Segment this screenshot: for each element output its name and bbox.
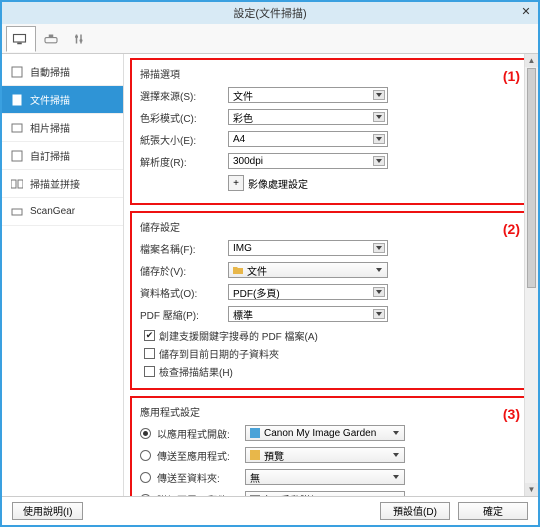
save-settings-section: (2) 儲存設定 檔案名稱(F): IMG 儲存於(V): 文件 資料格式(O)…	[130, 211, 532, 390]
sidebar-item-label: 掃描並拼接	[30, 176, 80, 191]
color-label: 色彩模式(C):	[140, 110, 228, 125]
mode-scan-to-pc[interactable]	[6, 26, 36, 52]
date-subfolder-checkbox[interactable]	[144, 348, 155, 359]
chevron-down-icon	[373, 156, 385, 166]
sidebar-item-scangear[interactable]: ScanGear	[2, 198, 123, 226]
window-title: 設定(文件掃描)	[233, 5, 306, 21]
mode-scan-from-panel[interactable]	[36, 26, 66, 52]
settings-window: 設定(文件掃描) ✕ 自動掃描 文件掃描 相片掃描	[0, 0, 540, 527]
pdf-searchable-checkbox[interactable]: ✔	[144, 330, 155, 341]
scan-options-section: (1) 掃描選項 選擇來源(S): 文件 色彩模式(C): 彩色 紙張大小(E)…	[130, 58, 532, 205]
scroll-thumb[interactable]	[527, 68, 536, 288]
sidebar-item-label: 相片掃描	[30, 120, 70, 135]
open-with-app-label: 以應用程式開啟:	[157, 426, 245, 441]
chevron-down-icon	[390, 428, 402, 438]
chevron-down-icon	[373, 243, 385, 253]
folder-icon	[233, 265, 243, 275]
mode-toolbar	[2, 24, 538, 54]
sidebar-item-label: 文件掃描	[30, 92, 70, 107]
expand-image-processing-button[interactable]: +	[228, 175, 244, 191]
app-icon	[250, 450, 260, 460]
send-to-folder-radio[interactable]	[140, 472, 151, 483]
scan-options-title: 掃描選項	[140, 66, 522, 81]
scrollbar[interactable]: ▲ ▼	[524, 54, 538, 496]
filename-label: 檔案名稱(F):	[140, 241, 228, 256]
send-to-app-label: 傳送至應用程式:	[157, 448, 245, 463]
scroll-up-icon[interactable]: ▲	[525, 54, 538, 67]
sidebar-item-stitch[interactable]: 掃描並拼接	[2, 170, 123, 198]
attach-email-radio[interactable]	[140, 494, 151, 497]
document-icon	[10, 93, 24, 107]
app-settings-section: (3) 應用程式設定 以應用程式開啟: Canon My Image Garde…	[130, 396, 532, 496]
compression-select[interactable]: 標準	[228, 306, 388, 322]
chevron-down-icon	[390, 494, 402, 496]
saveto-select[interactable]: 文件	[228, 262, 388, 278]
source-select[interactable]: 文件	[228, 87, 388, 103]
send-to-app-select[interactable]: 預覽	[245, 447, 405, 463]
scangear-icon	[10, 205, 24, 219]
resolution-label: 解析度(R):	[140, 154, 228, 169]
format-select[interactable]: PDF(多頁)	[228, 284, 388, 300]
sidebar-item-custom[interactable]: 自訂掃描	[2, 142, 123, 170]
section-number-1: (1)	[503, 68, 520, 84]
attach-email-select[interactable]: 無 (手動附加)	[245, 491, 405, 496]
footer: 使用說明(I) 預設值(D) 確定	[2, 496, 538, 524]
sidebar-item-document[interactable]: 文件掃描	[2, 86, 123, 114]
check-results-label: 檢查掃描結果(H)	[159, 364, 233, 379]
send-to-folder-select[interactable]: 無	[245, 469, 405, 485]
source-label: 選擇來源(S):	[140, 88, 228, 103]
main-panel: (1) 掃描選項 選擇來源(S): 文件 色彩模式(C): 彩色 紙張大小(E)…	[124, 54, 538, 496]
paper-label: 紙張大小(E):	[140, 132, 228, 147]
mode-preferences[interactable]	[66, 26, 96, 52]
section-number-2: (2)	[503, 221, 520, 237]
attach-email-label: 附加至電子郵件:	[157, 492, 245, 497]
app-icon	[250, 428, 260, 438]
stitch-icon	[10, 177, 24, 191]
close-icon[interactable]: ✕	[518, 5, 534, 19]
open-with-app-select[interactable]: Canon My Image Garden	[245, 425, 405, 441]
ok-button[interactable]: 確定	[458, 502, 528, 520]
chevron-down-icon	[373, 134, 385, 144]
sidebar-item-auto[interactable]: 自動掃描	[2, 58, 123, 86]
compression-label: PDF 壓縮(P):	[140, 307, 228, 322]
sidebar-item-label: ScanGear	[30, 206, 75, 217]
saveto-label: 儲存於(V):	[140, 263, 228, 278]
open-with-app-radio[interactable]	[140, 428, 151, 439]
scroll-down-icon[interactable]: ▼	[525, 483, 538, 496]
help-button[interactable]: 使用說明(I)	[12, 502, 83, 520]
chevron-down-icon	[390, 450, 402, 460]
sidebar-item-label: 自訂掃描	[30, 148, 70, 163]
sidebar-item-photo[interactable]: 相片掃描	[2, 114, 123, 142]
chevron-down-icon	[373, 265, 385, 275]
image-processing-label: 影像處理設定	[248, 176, 308, 191]
chevron-down-icon	[373, 112, 385, 122]
filename-input[interactable]: IMG	[228, 240, 388, 256]
auto-icon	[10, 65, 24, 79]
color-select[interactable]: 彩色	[228, 109, 388, 125]
titlebar: 設定(文件掃描) ✕	[2, 2, 538, 24]
send-to-folder-label: 傳送至資料夾:	[157, 470, 245, 485]
photo-icon	[10, 121, 24, 135]
mail-icon	[250, 494, 260, 496]
format-label: 資料格式(O):	[140, 285, 228, 300]
pdf-searchable-label: 創建支援關鍵字搜尋的 PDF 檔案(A)	[159, 328, 318, 343]
chevron-down-icon	[373, 90, 385, 100]
custom-icon	[10, 149, 24, 163]
chevron-down-icon	[373, 309, 385, 319]
save-settings-title: 儲存設定	[140, 219, 522, 234]
send-to-app-radio[interactable]	[140, 450, 151, 461]
section-number-3: (3)	[503, 406, 520, 422]
sidebar: 自動掃描 文件掃描 相片掃描 自訂掃描 掃描並拼接 ScanGear	[2, 54, 124, 496]
defaults-button[interactable]: 預設值(D)	[380, 502, 450, 520]
check-results-checkbox[interactable]	[144, 366, 155, 377]
sidebar-item-label: 自動掃描	[30, 64, 70, 79]
chevron-down-icon	[390, 472, 402, 482]
date-subfolder-label: 儲存到目前日期的子資料夾	[159, 346, 279, 361]
chevron-down-icon	[373, 287, 385, 297]
app-settings-title: 應用程式設定	[140, 404, 522, 419]
resolution-select[interactable]: 300dpi	[228, 153, 388, 169]
paper-select[interactable]: A4	[228, 131, 388, 147]
